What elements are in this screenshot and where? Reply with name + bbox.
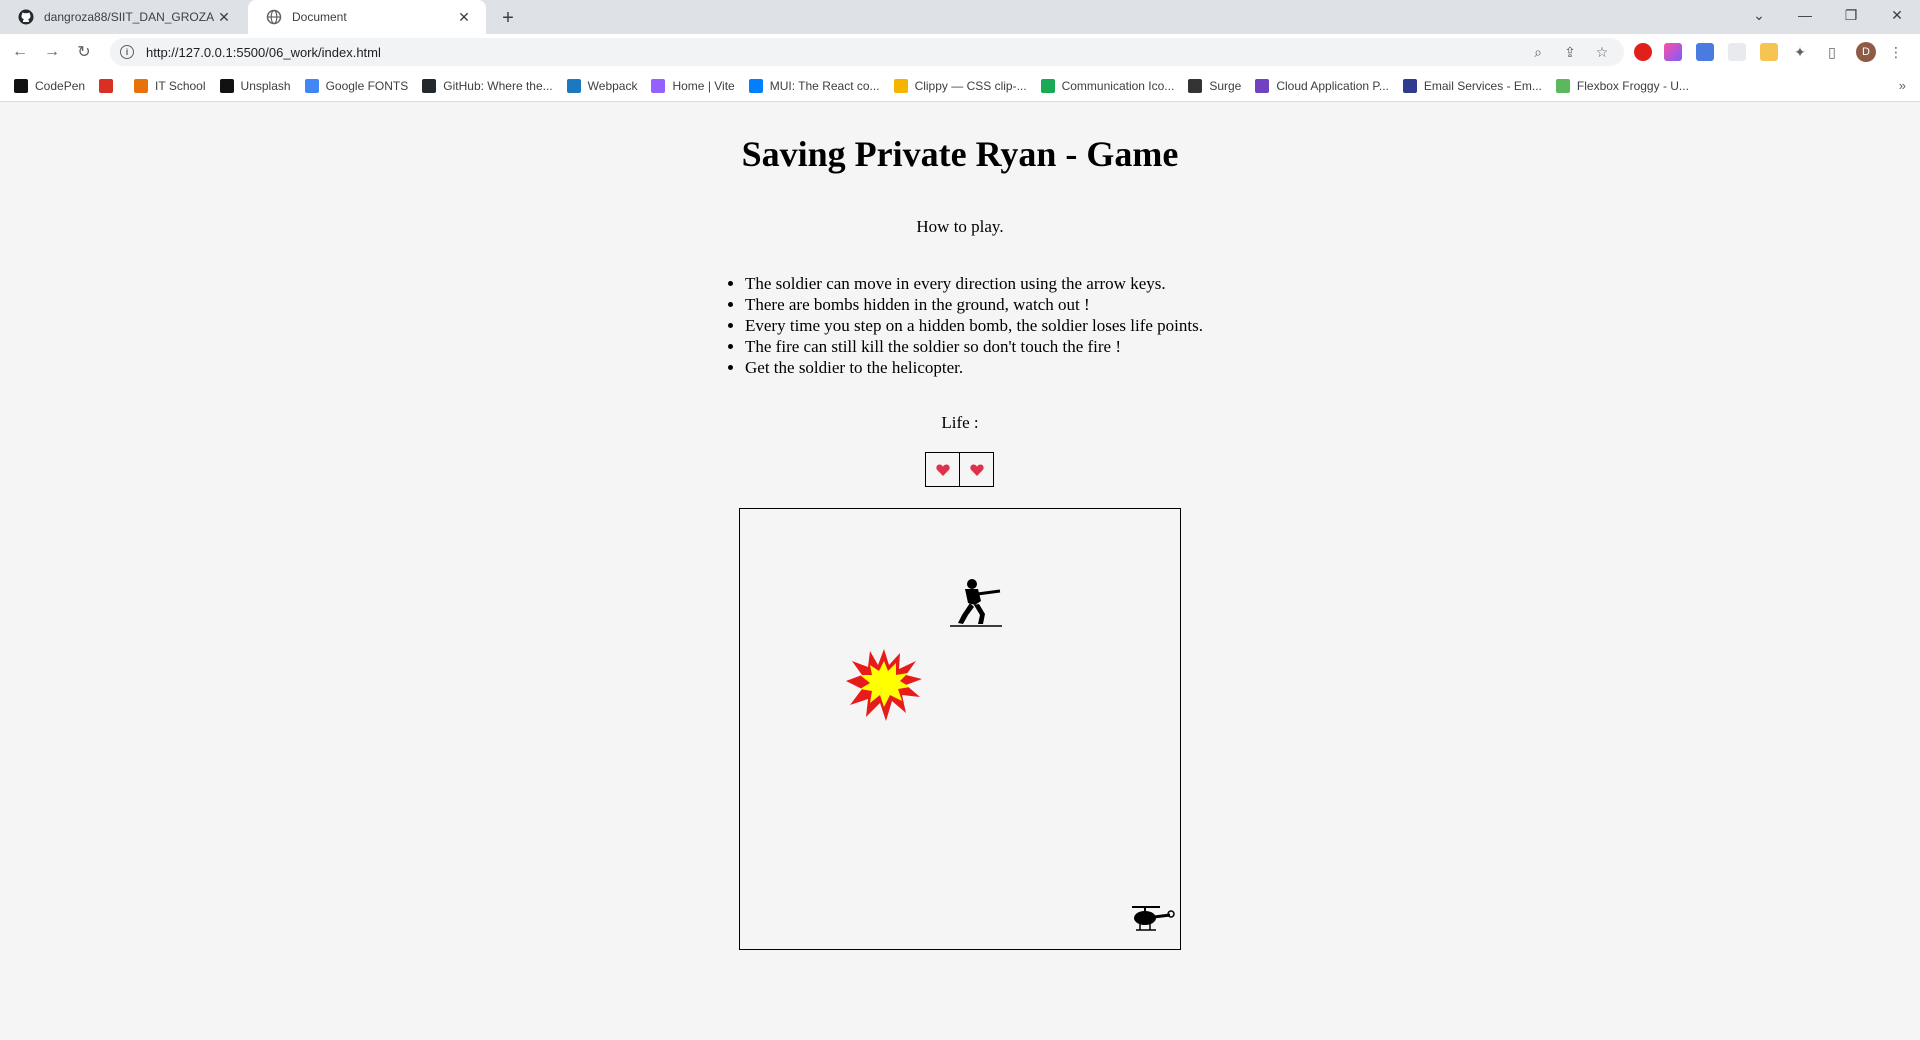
forward-button[interactable]: → xyxy=(40,40,64,64)
browser-toolbar: ← → ↻ i http://127.0.0.1:5500/06_work/in… xyxy=(0,34,1920,70)
heart-icon xyxy=(935,464,950,476)
heart-icon xyxy=(969,464,984,476)
rules-list: The soldier can move in every direction … xyxy=(745,273,1203,378)
bookmark-label: Home | Vite xyxy=(672,78,735,93)
life-label: Life : xyxy=(941,413,979,432)
bookmark-favicon-icon xyxy=(748,78,763,93)
bookmark-favicon-icon xyxy=(1040,78,1055,93)
picker-extension-icon[interactable] xyxy=(1760,43,1778,61)
bookmark-item[interactable]: Email Services - Em... xyxy=(1402,78,1542,93)
page-title: Saving Private Ryan - Game xyxy=(741,134,1179,174)
info-icon[interactable]: i xyxy=(120,45,134,59)
close-icon[interactable]: ✕ xyxy=(456,9,472,25)
tab-github[interactable]: dangroza88/SIIT_DAN_GROZA ✕ xyxy=(0,0,246,34)
list-item: Every time you step on a hidden bomb, th… xyxy=(745,315,1203,336)
share-icon[interactable]: ⇪ xyxy=(1560,42,1580,62)
tab-title: dangroza88/SIIT_DAN_GROZA xyxy=(44,10,215,24)
bookmark-label: Google FONTS xyxy=(325,78,409,93)
tab-title: Document xyxy=(292,10,347,24)
tab-document[interactable]: Document ✕ xyxy=(248,0,486,34)
bookmark-item[interactable]: Flexbox Froggy - U... xyxy=(1555,78,1689,93)
bookmark-label: MUI: The React co... xyxy=(769,78,880,93)
back-button[interactable]: ← xyxy=(8,40,32,64)
minimize-button[interactable]: — xyxy=(1782,0,1828,30)
menu-kebab-icon[interactable]: ⋮ xyxy=(1886,42,1906,62)
restore-button[interactable]: ❐ xyxy=(1828,0,1874,30)
helicopter-sprite xyxy=(1130,901,1176,940)
github-icon xyxy=(18,9,34,25)
screen-extension-icon[interactable] xyxy=(1696,43,1714,61)
close-window-button[interactable]: ✕ xyxy=(1874,0,1920,30)
bookmark-favicon-icon xyxy=(1402,78,1417,93)
list-item: The soldier can move in every direction … xyxy=(745,273,1203,294)
bookmark-favicon-icon xyxy=(1255,78,1270,93)
bookmark-favicon-icon xyxy=(1555,78,1570,93)
tab-search-icon[interactable]: ⌄ xyxy=(1736,0,1782,30)
bookmark-label: Surge xyxy=(1209,78,1242,93)
game-board[interactable] xyxy=(739,508,1181,950)
how-to-play-heading: How to play. xyxy=(916,217,1004,236)
avatar[interactable]: D xyxy=(1856,42,1876,62)
bookmark-item[interactable]: Cloud Application P... xyxy=(1255,78,1389,93)
bookmark-label: Flexbox Froggy - U... xyxy=(1576,78,1689,93)
bookmark-favicon-icon xyxy=(99,78,114,93)
life-heart-box xyxy=(959,452,994,487)
bookmark-item[interactable]: IT School xyxy=(134,78,206,93)
bookmark-label: Clippy — CSS clip-... xyxy=(914,78,1027,93)
side-panel-icon[interactable]: ▯ xyxy=(1822,42,1842,62)
bookmark-label: CodePen xyxy=(35,78,86,93)
bookmark-label: Communication Ico... xyxy=(1061,78,1175,93)
bookmark-item[interactable]: MUI: The React co... xyxy=(748,78,880,93)
bookmark-item[interactable]: Google FONTS xyxy=(304,78,409,93)
bookmark-star-icon[interactable]: ☆ xyxy=(1592,42,1612,62)
address-bar[interactable]: i http://127.0.0.1:5500/06_work/index.ht… xyxy=(110,38,1624,66)
zoom-icon[interactable]: ⌕ xyxy=(1528,42,1548,62)
bookmark-item[interactable]: Unsplash xyxy=(219,78,291,93)
tab-strip: dangroza88/SIIT_DAN_GROZA ✕ Document ✕ +… xyxy=(0,0,1920,34)
list-item: There are bombs hidden in the ground, wa… xyxy=(745,294,1203,315)
blank-extension-icon[interactable] xyxy=(1728,43,1746,61)
bookmark-label: Email Services - Em... xyxy=(1423,78,1542,93)
bookmark-item[interactable]: Webpack xyxy=(566,78,638,93)
bookmark-item[interactable]: GitHub: Where the... xyxy=(422,78,553,93)
bookmark-favicon-icon xyxy=(893,78,908,93)
bookmark-label: Cloud Application P... xyxy=(1276,78,1389,93)
page-content: Saving Private Ryan - Game How to play. … xyxy=(0,103,1920,1040)
close-icon[interactable]: ✕ xyxy=(216,9,232,25)
life-heart-box xyxy=(925,452,960,487)
life-hearts xyxy=(925,452,994,487)
bookmarks-bar: CodePen IT School Unsplash Google FONTS GitH… xyxy=(0,70,1920,102)
reload-button[interactable]: ↻ xyxy=(72,40,96,64)
bookmark-favicon-icon xyxy=(14,78,28,93)
bookmark-item[interactable]: Clippy — CSS clip-... xyxy=(893,78,1027,93)
list-item: Get the soldier to the helicopter. xyxy=(745,357,1203,378)
bookmark-favicon-icon xyxy=(304,78,319,93)
globe-icon xyxy=(266,9,282,25)
bookmark-item[interactable]: Communication Ico... xyxy=(1040,78,1175,93)
bookmark-favicon-icon xyxy=(651,78,666,93)
color-extension-icon[interactable] xyxy=(1664,43,1682,61)
explosion-fire-sprite xyxy=(844,647,924,728)
bookmark-item[interactable]: Surge xyxy=(1188,78,1242,93)
bookmark-favicon-icon xyxy=(1188,78,1203,93)
bookmark-label: Webpack xyxy=(587,78,638,93)
list-item: The fire can still kill the soldier so d… xyxy=(745,336,1203,357)
bookmark-item[interactable]: CodePen xyxy=(14,78,86,93)
bookmark-label: Unsplash xyxy=(240,78,291,93)
soldier-sprite xyxy=(948,575,1004,636)
bookmark-favicon-icon xyxy=(422,78,437,93)
extensions-puzzle-icon[interactable]: ✦ xyxy=(1790,42,1810,62)
bookmark-label: IT School xyxy=(155,78,206,93)
bookmark-item[interactable] xyxy=(99,78,120,93)
bookmark-item[interactable]: Home | Vite xyxy=(651,78,735,93)
url-text: http://127.0.0.1:5500/06_work/index.html xyxy=(146,44,381,60)
opera-extension-icon[interactable] xyxy=(1634,43,1652,61)
bookmark-favicon-icon xyxy=(566,78,581,93)
bookmark-favicon-icon xyxy=(134,78,149,93)
bookmark-label: GitHub: Where the... xyxy=(443,78,553,93)
bookmark-favicon-icon xyxy=(219,78,234,93)
more-bookmarks-icon[interactable]: » xyxy=(1899,78,1906,93)
new-tab-button[interactable]: + xyxy=(496,6,520,30)
